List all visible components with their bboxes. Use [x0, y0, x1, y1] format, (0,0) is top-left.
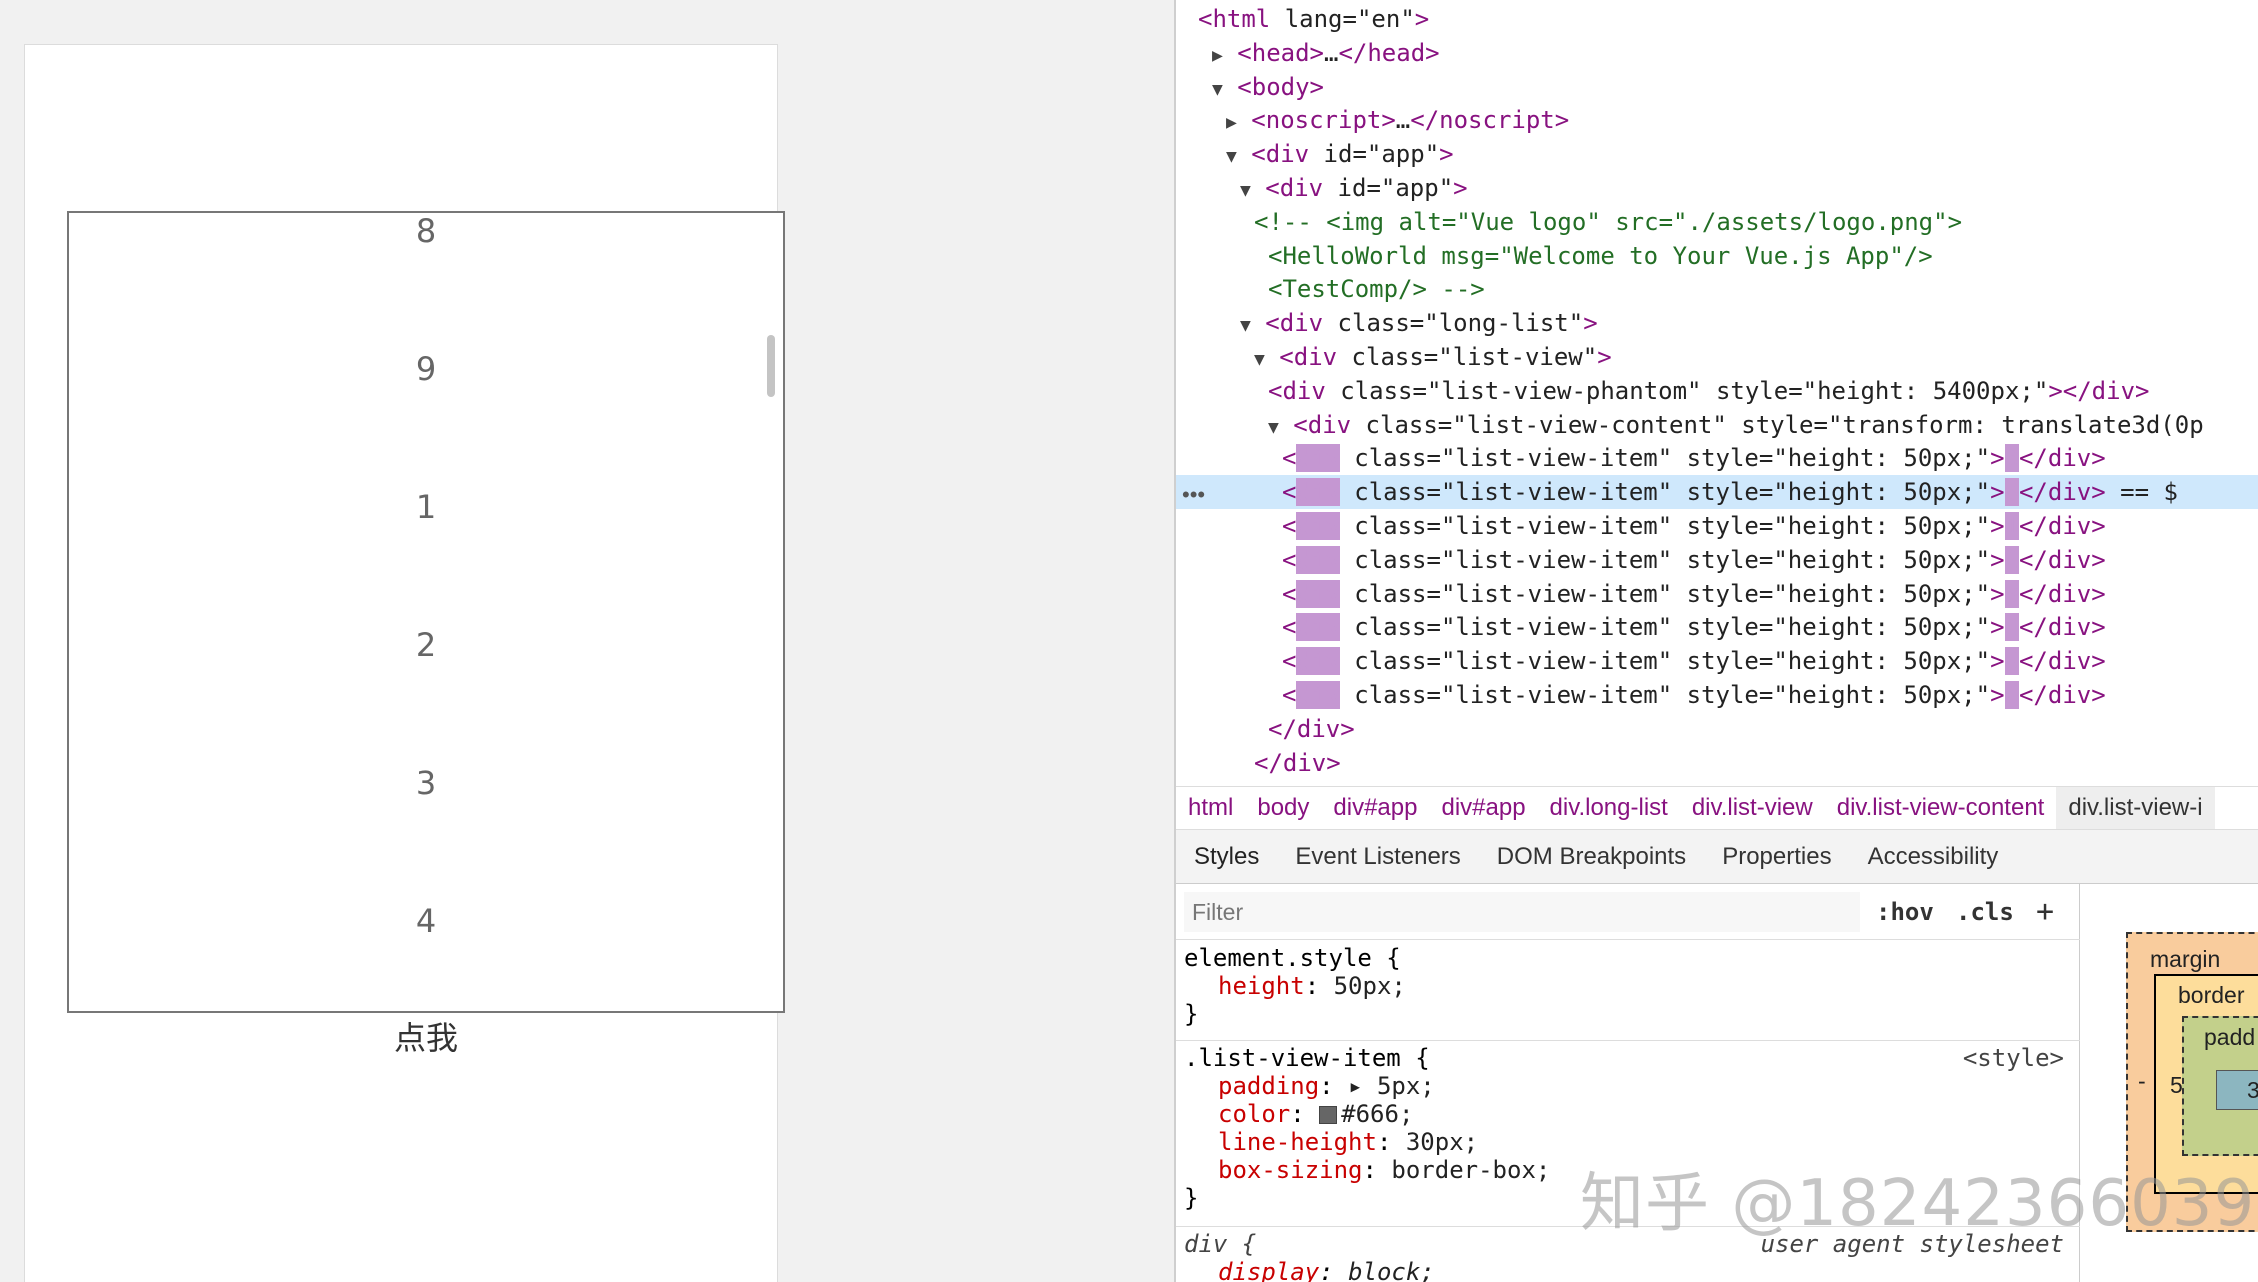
tab-event-listeners[interactable]: Event Listeners	[1277, 830, 1478, 884]
box-model-padding[interactable]: padd 5 3	[2170, 1016, 2258, 1156]
style-prop[interactable]: padding	[1218, 1072, 1319, 1100]
long-list-viewport[interactable]: 8 9 1 2 3 4 5 6	[67, 211, 785, 1013]
breadcrumb-item[interactable]: div.list-view-i	[2056, 787, 2215, 829]
border-label: border	[2178, 982, 2245, 1008]
new-rule-plus-icon[interactable]: +	[2036, 892, 2054, 932]
padding-label: padd	[2204, 1024, 2256, 1050]
tab-styles[interactable]: Styles	[1176, 830, 1278, 887]
dom-node[interactable]: <HelloWorld msg="Welcome to Your Vue.js …	[1176, 239, 2258, 273]
filter-bar: :hov .cls +	[1176, 884, 2080, 940]
box-model-content[interactable]: 3	[2216, 1070, 2258, 1110]
list-view-item: 8	[415, 212, 437, 250]
dom-node[interactable]: <TestComp/> -->	[1176, 272, 2258, 306]
elements-tree: <html lang="en"> ▶ <head>…</head> ▼ <body>…	[1176, 0, 2258, 786]
breadcrumb-item[interactable]: div.list-view	[1680, 787, 1825, 829]
breadcrumb-item[interactable]: div#app	[1429, 787, 1537, 829]
divider	[1176, 1040, 2080, 1041]
list-view-item: 1	[415, 488, 437, 526]
dom-node[interactable]: ▼ <div class="list-view">	[1176, 340, 2258, 374]
dom-node[interactable]: <div class="list-view-item" style="heigh…	[1176, 509, 2258, 543]
list-view-item: 4	[415, 902, 437, 940]
breadcrumb: html body div#app div#app div.long-list div.l…	[1176, 786, 2258, 830]
breadcrumb-item[interactable]: div#app	[1321, 787, 1429, 829]
devtools-panel: <html lang="en"> ▶ <head>…</head> ▼ <body>…	[1174, 0, 2258, 1282]
zhihu-watermark: 知乎 @18242366039	[1580, 1167, 2256, 1241]
rule-close: }	[1184, 1000, 1199, 1028]
style-prop[interactable]: box-sizing	[1218, 1156, 1363, 1184]
dom-node[interactable]: <div class="list-view-item" style="heigh…	[1176, 543, 2258, 577]
cls-toggle[interactable]: .cls	[1956, 892, 2014, 932]
tab-accessibility[interactable]: Accessibility	[1850, 830, 2017, 884]
margin-label: margin	[2150, 946, 2221, 972]
dom-node[interactable]: <div class="list-view-item" style="heigh…	[1176, 577, 2258, 611]
dom-node-selected[interactable]: <div class="list-view-item" style="heigh…	[1176, 475, 2258, 510]
app-card: 8 9 1 2 3 4 5 6 点我	[24, 44, 785, 1282]
breadcrumb-item[interactable]: div.long-list	[1538, 787, 1680, 829]
dom-node[interactable]: <div class="list-view-item" style="heigh…	[1176, 678, 2258, 712]
content-size[interactable]: 3	[2247, 1077, 2258, 1104]
styles-tab-bar: Styles Event Listeners DOM Breakpoints Prop…	[1176, 830, 2258, 887]
breadcrumb-item[interactable]: div.list-view-content	[1825, 787, 2057, 829]
dom-node[interactable]: <div class="list-view-phantom" style="he…	[1176, 374, 2258, 408]
element-style-selector: element.style {	[1184, 944, 1401, 972]
tab-properties[interactable]: Properties	[1704, 830, 1849, 884]
dom-node[interactable]: ▶ <noscript>…</noscript>	[1176, 103, 2258, 137]
list-view-item: 9	[415, 350, 437, 388]
dom-node[interactable]: ▼ <body>	[1176, 70, 2258, 104]
breadcrumb-item[interactable]: body	[1245, 787, 1321, 829]
styles-filter-input[interactable]	[1184, 892, 1860, 932]
list-view-item: 2	[415, 626, 437, 664]
hov-toggle[interactable]: :hov	[1876, 892, 1934, 932]
dom-node[interactable]: <div class="list-view-item" style="heigh…	[1176, 441, 2258, 475]
rule-selector: .list-view-item {	[1184, 1044, 1430, 1072]
dom-node[interactable]: ▼ <div id="app">	[1176, 171, 2258, 205]
list-scrollbar-thumb[interactable]	[767, 335, 775, 397]
dom-node[interactable]: <!-- <img alt="Vue logo" src="./assets/l…	[1176, 205, 2258, 239]
more-actions-icon[interactable]: •••	[1182, 478, 1205, 512]
margin-left-value[interactable]: -	[2138, 1068, 2146, 1095]
rule-source-link[interactable]: <style>	[1963, 1044, 2064, 1072]
browser-page: 8 9 1 2 3 4 5 6 点我	[0, 0, 1174, 1282]
style-val[interactable]: ▸ 5px;	[1348, 1072, 1435, 1100]
dom-node[interactable]: ▶ <head>…</head>	[1176, 36, 2258, 70]
tab-dom-breakpoints[interactable]: DOM Breakpoints	[1479, 830, 1704, 884]
click-me-button[interactable]: 点我	[67, 1017, 785, 1059]
dom-node[interactable]: </div>	[1176, 746, 2258, 780]
dom-node[interactable]: </div>	[1176, 712, 2258, 746]
style-val[interactable]: #666;	[1341, 1100, 1413, 1128]
style-val: block;	[1348, 1258, 1435, 1282]
color-swatch-icon[interactable]	[1319, 1106, 1338, 1124]
style-val[interactable]: 50px;	[1334, 972, 1406, 1000]
style-prop[interactable]: color	[1218, 1100, 1290, 1128]
style-prop[interactable]: line-height	[1218, 1128, 1377, 1156]
dom-node[interactable]: <div class="list-view-item" style="heigh…	[1176, 644, 2258, 678]
dom-node[interactable]: <html lang="en">	[1176, 2, 2258, 36]
dom-node[interactable]: <div class="list-view-item" style="heigh…	[1176, 610, 2258, 644]
padding-left-value[interactable]: 5	[2170, 1072, 2183, 1099]
screen: 8 9 1 2 3 4 5 6 点我 <html lang="en">▶ <he…	[0, 0, 2258, 1282]
dom-node[interactable]: ▼ <div class="list-view-content" style="…	[1176, 408, 2258, 442]
element-style-rule: element.style { height: 50px; }	[1184, 944, 2074, 1028]
style-val[interactable]: 30px;	[1406, 1128, 1478, 1156]
list-view-item: 3	[415, 764, 437, 802]
style-prop: display	[1218, 1258, 1320, 1282]
dom-node[interactable]: ▼ <div id="app">	[1176, 137, 2258, 171]
dom-node[interactable]: ▼ <div class="long-list">	[1176, 306, 2258, 340]
style-prop[interactable]: height	[1218, 972, 1305, 1000]
style-val[interactable]: border-box;	[1391, 1156, 1550, 1184]
breadcrumb-item[interactable]: html	[1176, 787, 1245, 829]
